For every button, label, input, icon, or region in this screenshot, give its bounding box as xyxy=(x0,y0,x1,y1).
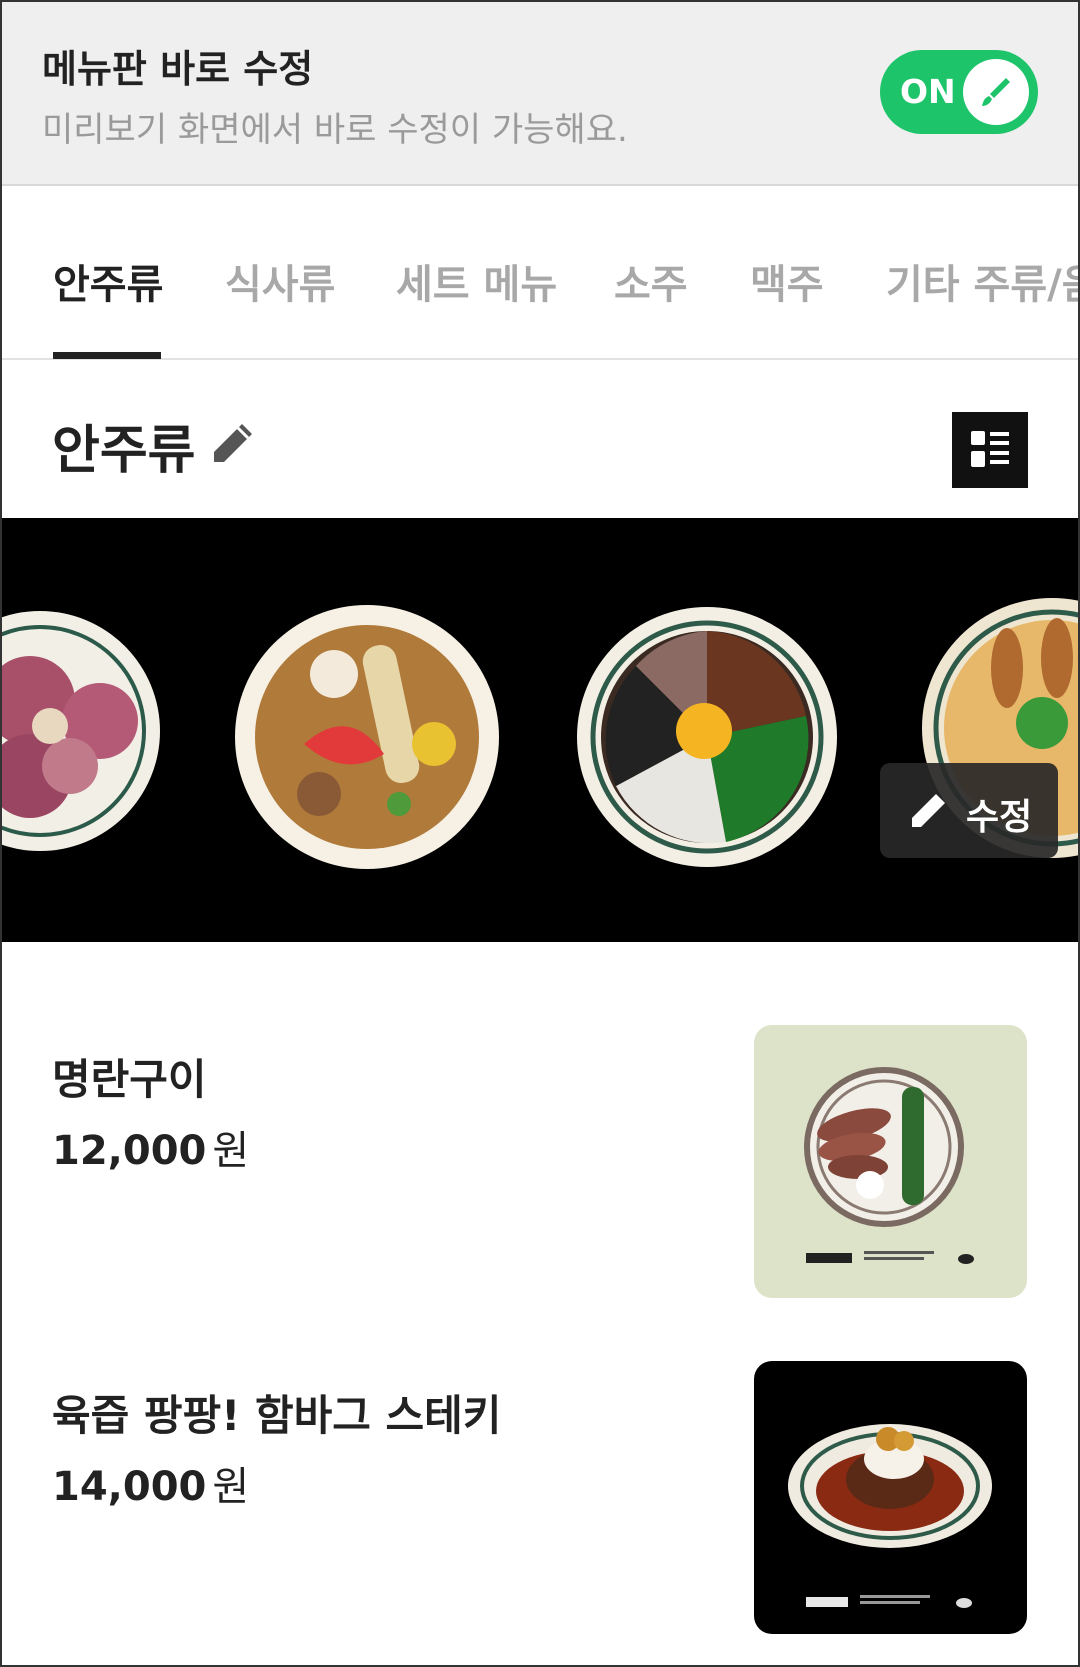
active-tab-indicator xyxy=(53,352,161,359)
banner-edit-button[interactable]: 수정 xyxy=(880,763,1058,858)
list-view-icon xyxy=(971,431,1009,467)
price-currency: 원 xyxy=(212,1128,250,1174)
tab-other-drinks[interactable]: 기타 주류/음 xyxy=(886,252,1080,310)
menu-photo-banner[interactable] xyxy=(0,518,1080,942)
oden-dish-image xyxy=(235,605,499,869)
tab-set-menu[interactable]: 세트 메뉴 xyxy=(396,252,557,310)
pencil-icon xyxy=(912,794,945,827)
toggle-label: ON xyxy=(900,72,956,111)
section-title: 안주류 xyxy=(52,421,196,481)
mazesoba-dish-image xyxy=(577,607,837,867)
banner-edit-label: 수정 xyxy=(966,797,1033,838)
menu-item-name: 명란구이 xyxy=(52,1055,207,1104)
menu-item-image xyxy=(754,1025,1027,1298)
price-value: 14,000 xyxy=(52,1464,207,1510)
edit-bar-subtitle: 미리보기 화면에서 바로 수정이 가능해요. xyxy=(42,110,628,150)
grilled-pollock-roe-photo xyxy=(804,1067,974,1264)
price-value: 12,000 xyxy=(52,1128,207,1174)
toggle-knob xyxy=(963,59,1029,125)
tab-soju[interactable]: 소주 xyxy=(614,252,688,310)
menu-item-price: 12,000 원 xyxy=(52,1118,249,1176)
category-tabs: 안주류 식사류 세트 메뉴 소주 맥주 기타 주류/음 xyxy=(0,186,1080,360)
edit-bar-title: 메뉴판 바로 수정 xyxy=(42,47,314,91)
list-view-button[interactable] xyxy=(952,412,1028,488)
menu-item-image xyxy=(754,1361,1027,1634)
pencil-icon[interactable] xyxy=(208,420,256,468)
menu-item-name: 육즙 팡팡! 함바그 스테키 xyxy=(52,1391,502,1440)
brush-icon xyxy=(982,78,1010,106)
edit-mode-bar: 메뉴판 바로 수정 미리보기 화면에서 바로 수정이 가능해요. ON xyxy=(0,0,1080,186)
edit-mode-toggle[interactable]: ON xyxy=(880,50,1038,134)
tab-anjuryu[interactable]: 안주류 xyxy=(53,252,163,310)
scallop-dish-image xyxy=(0,611,160,851)
tab-beer[interactable]: 맥주 xyxy=(750,252,824,310)
hamburg-steak-photo xyxy=(788,1424,992,1608)
tab-siksaryu[interactable]: 식사류 xyxy=(225,252,335,310)
price-currency: 원 xyxy=(212,1464,250,1510)
menu-item-price: 14,000 원 xyxy=(52,1454,249,1512)
